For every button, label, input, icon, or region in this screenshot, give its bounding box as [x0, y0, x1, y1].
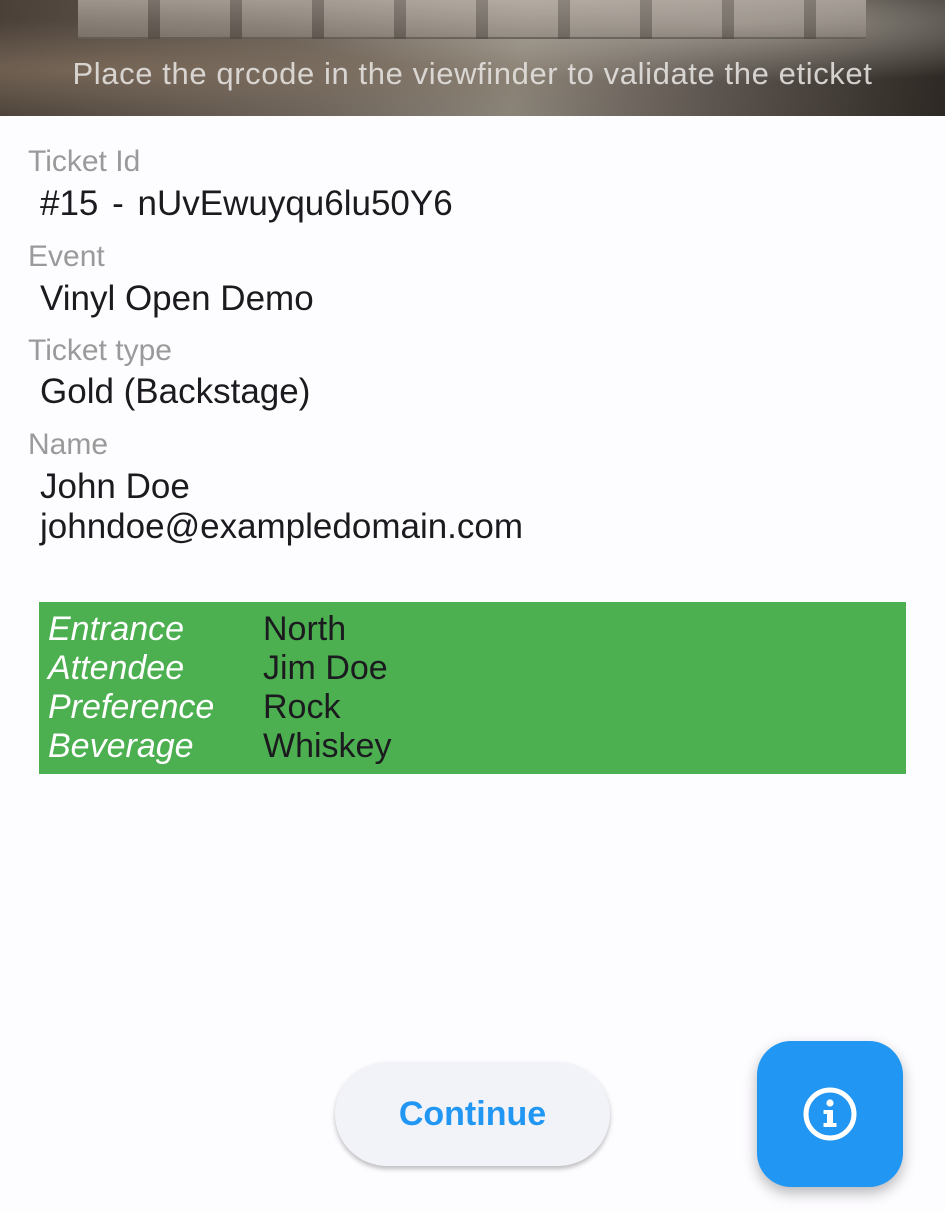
detail-row: Preference Rock [48, 688, 898, 727]
detail-row: Entrance North [48, 610, 898, 649]
ticket-details-panel: Entrance North Attendee Jim Doe Preferen… [39, 602, 906, 774]
ticket-id-value: #15 - nUvEwuyqu6lu50Y6 [40, 184, 453, 223]
ticket-type-label: Ticket type [28, 334, 172, 367]
name-label: Name [28, 428, 109, 461]
detail-row: Attendee Jim Doe [48, 649, 898, 688]
ticket-id-label: Ticket Id [28, 145, 141, 178]
camera-preview-image [78, 0, 866, 39]
continue-button-label: Continue [398, 1094, 547, 1133]
event-label: Event [28, 240, 105, 273]
email-value: johndoe@exampledomain.com [40, 507, 524, 546]
detail-row: Beverage Whiskey [48, 727, 898, 766]
detail-value: North [263, 610, 347, 648]
ticket-validation-screen: Place the qrcode in the viewfinder to va… [0, 0, 945, 1211]
event-value: Vinyl Open Demo [40, 279, 314, 318]
viewfinder-hint: Place the qrcode in the viewfinder to va… [72, 56, 873, 91]
detail-value: Whiskey [263, 727, 392, 765]
detail-key: Entrance [48, 610, 185, 648]
continue-button[interactable]: Continue [335, 1062, 610, 1166]
detail-key: Preference [48, 688, 215, 726]
info-button[interactable] [757, 1041, 903, 1187]
detail-value: Rock [263, 688, 341, 726]
detail-key: Attendee [48, 649, 185, 687]
camera-viewfinder[interactable]: Place the qrcode in the viewfinder to va… [0, 0, 945, 116]
name-value: John Doe [40, 467, 190, 506]
detail-key: Beverage [48, 727, 194, 765]
info-icon [803, 1087, 857, 1141]
ticket-type-value: Gold (Backstage) [40, 372, 311, 411]
detail-value: Jim Doe [263, 649, 388, 687]
